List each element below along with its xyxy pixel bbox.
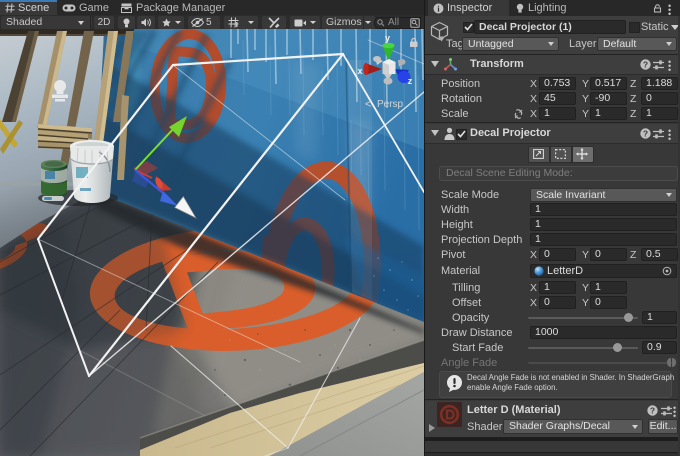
- svg-text:z: z: [408, 76, 413, 86]
- svg-text:x: x: [357, 66, 362, 76]
- svg-text:?: ?: [643, 129, 648, 139]
- svg-text:<: <: [365, 99, 371, 111]
- svg-text:Persp: Persp: [377, 99, 404, 110]
- svg-text:y: y: [385, 33, 390, 43]
- svg-text:?: ?: [643, 60, 648, 70]
- svg-text:?: ?: [650, 406, 655, 416]
